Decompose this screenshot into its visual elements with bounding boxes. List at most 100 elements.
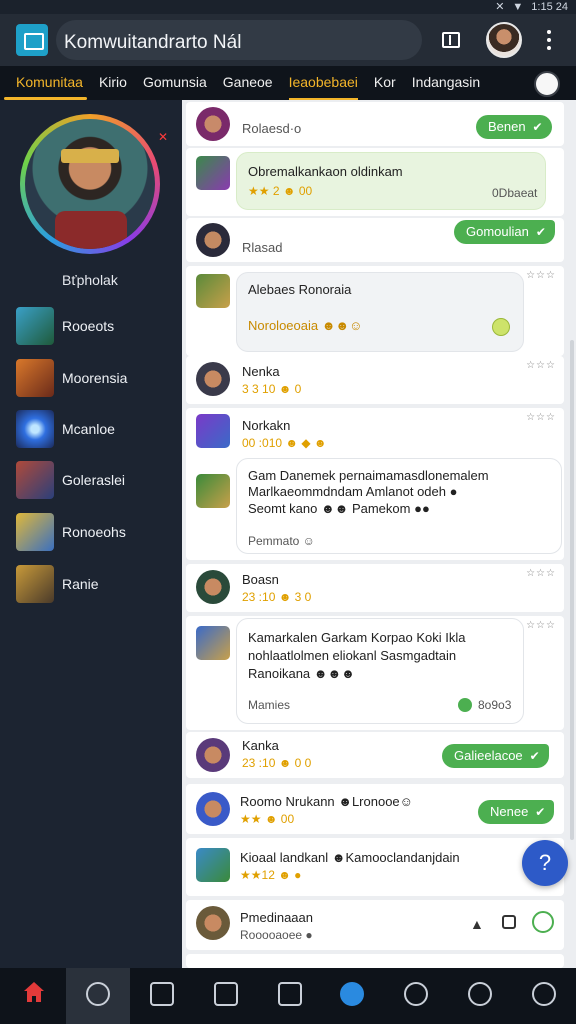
sidebar-item-label: Ronoeohs [62,524,126,540]
nav-home-button[interactable] [2,968,66,1024]
tab-kor[interactable]: Kor [366,66,404,100]
bluetooth-icon: ✕ [495,1,505,13]
bird-icon [340,982,364,1006]
game-thumb-icon [16,461,54,499]
chat-icon[interactable] [502,915,516,929]
more-icon[interactable]: ☆☆☆ [526,620,556,631]
status-badge[interactable]: Galieelacoe [442,744,549,768]
list-item[interactable] [186,954,564,968]
list-item[interactable]: Pmedinaaan Rooooaoee ● ▲ [186,900,564,950]
reaction-meta: 3 3 10 ☻ 0 [242,382,302,396]
app-bar: Komwuitandrarto Nál [0,14,576,66]
message-text: Obremalkankaon oldinkam [248,164,403,179]
nav-profile-button[interactable] [512,968,576,1024]
message-bubble [236,152,546,210]
help-fab-button[interactable]: ? [522,840,568,886]
scrollbar[interactable] [570,340,574,840]
game-thumb-icon [16,565,54,603]
message-title: Alebaes Ronoraia [248,282,352,297]
avatar [196,906,230,940]
list-item[interactable]: Obremalkankaon oldinkam ★★ 2 ☻ 00 0Dbaea… [186,148,564,216]
list-item[interactable]: ☆☆☆ Norkakn 00 :010 ☻ ◆ ☻ Gam Danemek pe… [186,408,564,560]
sidebar-item-ranie[interactable]: Ranie [16,564,176,604]
status-badge[interactable]: Benen [476,115,552,139]
message-text: Marlkaeommdndam Amlanot odeh ● [248,484,458,499]
avatar [196,570,230,604]
profile-icon [532,982,556,1006]
more-icon[interactable]: ☆☆☆ [526,412,556,423]
nav-house-button[interactable] [130,968,194,1024]
more-icon[interactable] [546,30,552,52]
list-item[interactable]: Roomo Nrukann ☻Lronooe☺ ★★ ☻ 00 Nenee [186,784,564,834]
game-thumb-icon [16,410,54,448]
message-text: Noroloeoaia ☻☻☺ [248,318,363,333]
post-author: Kanka [242,738,279,753]
person-icon[interactable]: ▲ [470,916,484,932]
status-badge[interactable]: Nenee [478,800,555,824]
sidebar-item-ronoeohs[interactable]: Ronoeohs [16,512,176,552]
list-item[interactable]: Rlasad Gomoulian [186,218,564,262]
reaction-meta: 23 :10 ☻ 0 0 [242,756,312,770]
sidebar-item-label: Mcanloe [62,421,115,437]
more-icon[interactable]: ☆☆☆ [526,270,556,281]
post-author: Nenka [242,364,280,379]
avatar [196,848,230,882]
sidebar-item-mcanloe[interactable]: Mcanloe [16,409,176,449]
status-time: 1:15 24 [531,0,568,13]
list-item[interactable]: Kioaal landkanl ☻Kamooclandanjdain ★★12 … [186,838,564,896]
avatar [196,274,230,308]
tab-indangasin[interactable]: Indangasin [404,66,489,100]
nav-badge-button[interactable] [448,968,512,1024]
hero-avatar[interactable] [20,114,160,254]
notification-icon: ✕ [158,130,169,144]
hero-name: Bťpholak [62,272,118,288]
post-author: Pmedinaaan [240,910,313,925]
message-stat: 0Dbaeat [492,186,538,200]
list-item[interactable]: Kanka 23 :10 ☻ 0 0 Galieelacoe [186,732,564,778]
tab-strip: Komunitaa Kirio Gomunsia Ganeoe Ieaobeba… [0,66,576,100]
nav-user-button[interactable] [66,968,130,1024]
nav-bird-button[interactable] [320,968,384,1024]
tab-ieaobebaei[interactable]: Ieaobebaei [281,66,366,100]
tab-menu-button[interactable] [534,71,560,97]
message-footer: Pemmato ☺ [248,534,315,548]
smile-icon[interactable] [492,318,510,336]
sidebar-item-label: Rooeots [62,318,115,334]
list-item[interactable]: Rolaesd·o Benen [186,102,564,146]
sidebar-item-moorensia[interactable]: Moorensia [16,358,176,398]
list-item[interactable]: ☆☆☆ Nenka 3 3 10 ☻ 0 [186,356,564,404]
more-icon[interactable]: ☆☆☆ [526,360,556,371]
nav-target-button[interactable] [384,968,448,1024]
gallery-icon [278,982,302,1006]
game-thumb-icon [16,359,54,397]
tab-kirio[interactable]: Kirio [91,66,135,100]
status-bar: ✕ ▼ 1:15 24 [0,0,576,14]
app-logo-icon[interactable] [16,24,48,56]
refresh-icon[interactable] [532,911,554,933]
list-item[interactable]: ☆☆☆ Alebaes Ronoraia Noroloeoaia ☻☻☺ [186,266,564,356]
like-icon[interactable] [458,698,472,712]
tab-gomunsia[interactable]: Gomunsia [135,66,215,100]
status-badge[interactable]: Gomoulian [454,220,555,244]
chat-icon [214,982,238,1006]
more-icon[interactable]: ☆☆☆ [526,568,556,579]
list-item[interactable]: ☆☆☆ Boasn 23 :10 ☻ 3 0 [186,564,564,612]
tab-komunitaa[interactable]: Komunitaa [0,66,91,100]
wifi-icon: ▼ [512,0,524,13]
sidebar-item-label: Ranie [62,576,99,592]
nav-gallery-button[interactable] [258,968,322,1024]
tabs-icon[interactable] [442,32,460,48]
avatar[interactable] [486,22,522,58]
avatar [196,362,230,396]
post-author: Rolaesd·o [242,121,302,136]
tab-ganeoe[interactable]: Ganeoe [215,66,281,100]
nav-chat-button[interactable] [194,968,258,1024]
badge-icon [468,982,492,1006]
sidebar-item-goleraslei[interactable]: Goleraslei [16,460,176,500]
message-text: nohlaatlolmen eliokanl Sasmgadtain [248,648,457,663]
list-item[interactable]: ☆☆☆ Kamarkalen Garkam Korpao Koki Ikla n… [186,616,564,730]
sidebar: ✕ Bťpholak Rooeots Moorensia Mcanloe Gol… [0,100,182,968]
sidebar-item-rooeots[interactable]: Rooeots [16,306,176,346]
app-title: Komwuitandrarto Nál [64,32,242,53]
post-author: Boasn [242,572,279,587]
